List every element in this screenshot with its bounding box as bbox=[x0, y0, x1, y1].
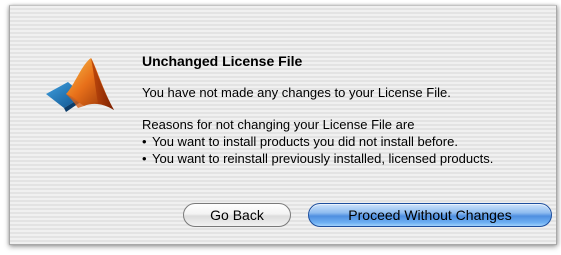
license-dialog: Unchanged License File You have not made… bbox=[9, 5, 557, 245]
reason-text: You want to install products you did not… bbox=[152, 134, 458, 149]
proceed-without-changes-button[interactable]: Proceed Without Changes bbox=[308, 203, 552, 227]
go-back-button[interactable]: Go Back bbox=[183, 203, 291, 227]
reason-text: You want to reinstall previously install… bbox=[152, 151, 494, 166]
reasons-heading: Reasons for not changing your License Fi… bbox=[142, 117, 415, 132]
reasons-list: • You want to install products you did no… bbox=[142, 133, 542, 167]
matlab-logo-icon bbox=[46, 58, 114, 112]
bullet-icon: • bbox=[142, 151, 147, 166]
dialog-content: Unchanged License File You have not made… bbox=[142, 52, 542, 167]
dialog-title: Unchanged License File bbox=[142, 53, 303, 69]
list-item: • You want to reinstall previously instal… bbox=[142, 150, 542, 167]
dialog-message: You have not made any changes to your Li… bbox=[142, 85, 451, 100]
bullet-icon: • bbox=[142, 134, 147, 149]
list-item: • You want to install products you did no… bbox=[142, 133, 542, 150]
